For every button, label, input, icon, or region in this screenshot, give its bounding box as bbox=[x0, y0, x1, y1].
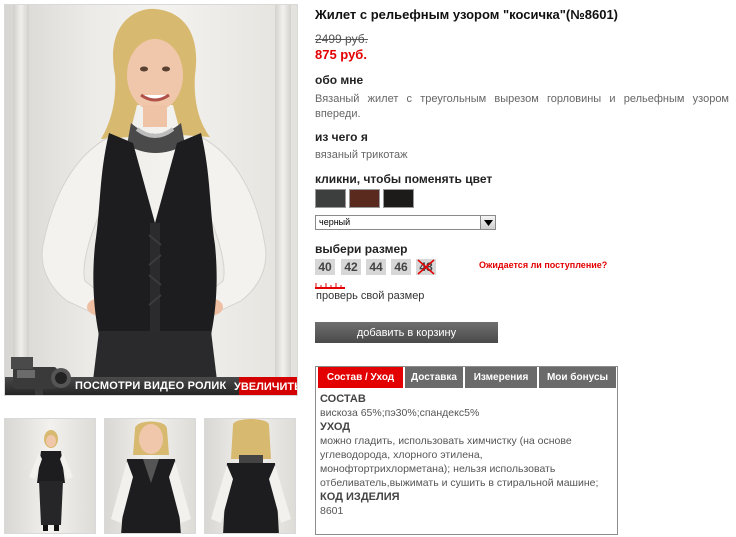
size-option-44[interactable]: 44 bbox=[366, 259, 386, 275]
composition-text: вискоза 65%;пэ30%;спандекс5% bbox=[320, 407, 480, 419]
tab-composition-care[interactable]: Состав / Уход bbox=[318, 367, 404, 388]
product-title: Жилет с рельефным узором "косичка"(№8601… bbox=[315, 7, 618, 22]
tab-content: СОСТАВ вискоза 65%;пэ30%;спандекс5% УХОД… bbox=[320, 392, 615, 518]
zoom-button[interactable]: УВЕЛИЧИТЬ bbox=[234, 377, 297, 395]
size-option-40[interactable]: 40 bbox=[315, 259, 335, 275]
tab-bonuses[interactable]: Мои бонусы bbox=[539, 367, 616, 388]
tab-measurements[interactable]: Измерения bbox=[465, 367, 538, 388]
check-size-link[interactable]: проверь свой размер bbox=[316, 290, 424, 302]
sale-price: 875 руб. bbox=[315, 47, 367, 62]
material-text: вязаный трикотаж bbox=[315, 149, 408, 161]
thumbnail-back-view[interactable] bbox=[204, 418, 296, 534]
thumbnail-front-closeup[interactable] bbox=[104, 418, 196, 534]
product-code-value: 8601 bbox=[320, 505, 344, 517]
main-product-photo[interactable]: ПОСМОТРИ ВИДЕО РОЛИК УВЕЛИЧИТЬ bbox=[4, 4, 298, 396]
color-swatch-brown[interactable] bbox=[349, 189, 380, 208]
size-option-46[interactable]: 46 bbox=[391, 259, 411, 275]
product-code-heading: КОД ИЗДЕЛИЯ bbox=[320, 491, 400, 503]
size-option-48-unavailable[interactable]: 48 bbox=[416, 259, 436, 275]
chevron-down-icon[interactable] bbox=[480, 216, 495, 229]
video-camera-icon[interactable] bbox=[7, 353, 81, 395]
thumbnail-front-full[interactable] bbox=[4, 418, 96, 534]
composition-heading: СОСТАВ bbox=[320, 393, 366, 405]
thumbnail-image bbox=[211, 419, 291, 533]
color-swatch-gray[interactable] bbox=[315, 189, 346, 208]
model-illustration bbox=[41, 8, 267, 395]
add-to-cart-button[interactable]: добавить в корзину bbox=[315, 322, 498, 343]
watch-video-label[interactable]: ПОСМОТРИ ВИДЕО РОЛИК bbox=[75, 380, 226, 392]
material-heading: из чего я bbox=[315, 130, 368, 144]
care-heading: УХОД bbox=[320, 421, 351, 433]
thumbnail-image bbox=[29, 430, 73, 531]
color-select-value: черный bbox=[319, 217, 351, 227]
unavailable-cross-icon bbox=[417, 259, 435, 275]
about-text: Вязаный жилет с треугольным вырезом горл… bbox=[315, 93, 729, 120]
old-price: 2499 руб. bbox=[315, 32, 368, 46]
care-text: можно гладить, использовать химчистку (н… bbox=[320, 435, 599, 489]
color-select[interactable]: черный bbox=[315, 215, 496, 230]
info-tabs-panel: Состав / Уход Доставка Измерения Мои бон… bbox=[315, 366, 618, 535]
thumbnail-image bbox=[111, 421, 191, 533]
color-heading: кликни, чтобы поменять цвет bbox=[315, 172, 493, 186]
about-heading: обо мне bbox=[315, 73, 364, 87]
color-swatch-black[interactable] bbox=[383, 189, 414, 208]
ruler-icon bbox=[315, 283, 345, 289]
size-heading: выбери размер bbox=[315, 242, 408, 256]
size-option-42[interactable]: 42 bbox=[341, 259, 361, 275]
tab-delivery[interactable]: Доставка bbox=[405, 367, 464, 388]
stock-expected-link[interactable]: Ожидается ли поступление? bbox=[479, 260, 607, 270]
